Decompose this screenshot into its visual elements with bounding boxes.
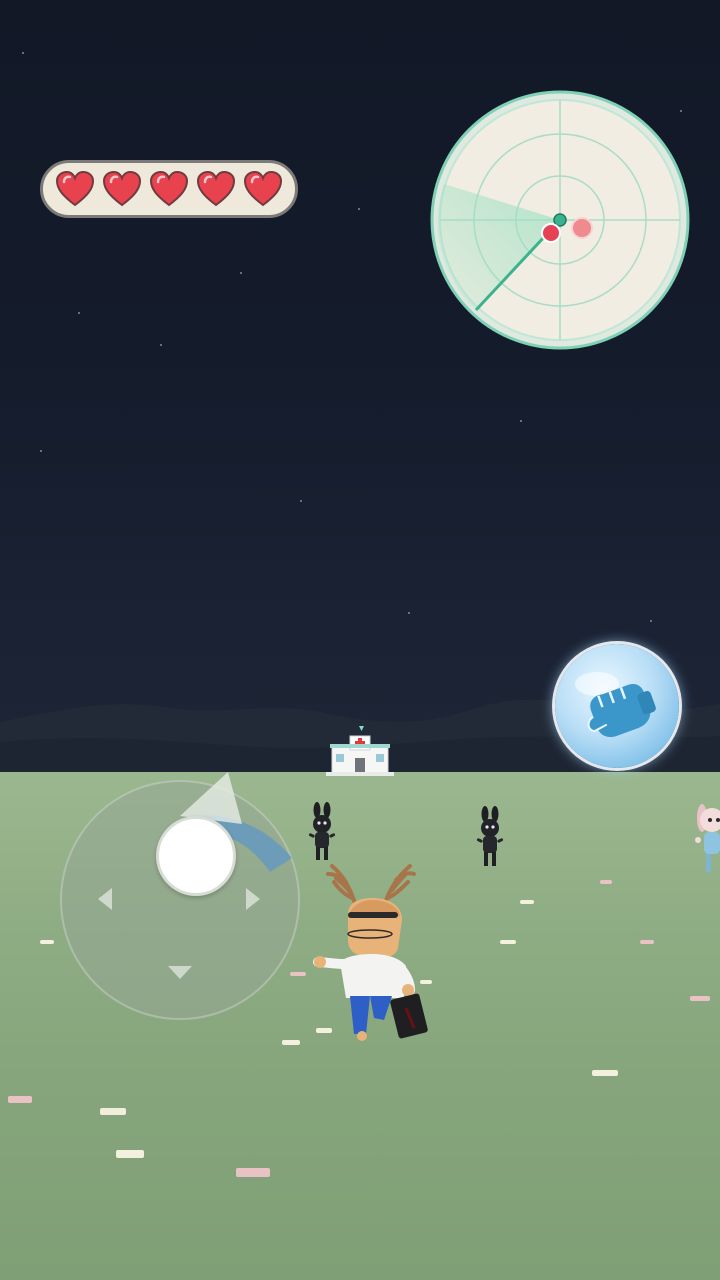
star — [22, 52, 24, 54]
joystick-right-arrow-icon — [246, 888, 260, 910]
enemy-pink-bunny — [695, 804, 720, 872]
flower-speck — [640, 940, 654, 944]
attack-button[interactable] — [555, 644, 679, 768]
flower-speck — [40, 940, 54, 944]
flower-speck — [592, 1070, 618, 1076]
fist-icon — [575, 672, 656, 738]
star — [160, 344, 162, 346]
heart-icon — [102, 170, 141, 207]
joystick-down-arrow-icon — [168, 966, 192, 979]
joystick-knob[interactable] — [156, 816, 236, 896]
joystick-left-arrow-icon — [98, 888, 112, 910]
enemy-marker-faded — [571, 217, 593, 239]
star — [408, 612, 410, 614]
enemy-marker — [541, 223, 561, 243]
flower-speck — [282, 1040, 300, 1045]
star — [240, 272, 242, 274]
heart-icon — [197, 170, 236, 207]
flower-speck — [100, 1108, 126, 1115]
game-viewport[interactable] — [0, 0, 720, 1280]
flower-speck — [690, 996, 710, 1001]
player-deer-doctor — [313, 864, 428, 1041]
star — [650, 620, 652, 622]
flower-speck — [116, 1150, 144, 1158]
hospital-building — [326, 726, 394, 776]
heart-icon — [244, 170, 283, 207]
star — [520, 420, 522, 422]
flower-speck — [8, 1096, 32, 1103]
heart-icon — [55, 170, 94, 207]
flower-speck — [236, 1168, 270, 1177]
radar-minimap — [430, 90, 690, 350]
health-bar — [40, 160, 298, 218]
flower-speck — [520, 900, 534, 904]
star — [78, 312, 80, 314]
star — [358, 208, 360, 210]
flower-speck — [290, 972, 306, 976]
flower-speck — [500, 940, 516, 944]
star — [40, 450, 42, 452]
star — [300, 500, 302, 502]
flower-speck — [600, 880, 612, 884]
enemy-black-rabbit — [476, 806, 504, 866]
player-marker — [553, 213, 567, 227]
heart-icon — [149, 170, 188, 207]
